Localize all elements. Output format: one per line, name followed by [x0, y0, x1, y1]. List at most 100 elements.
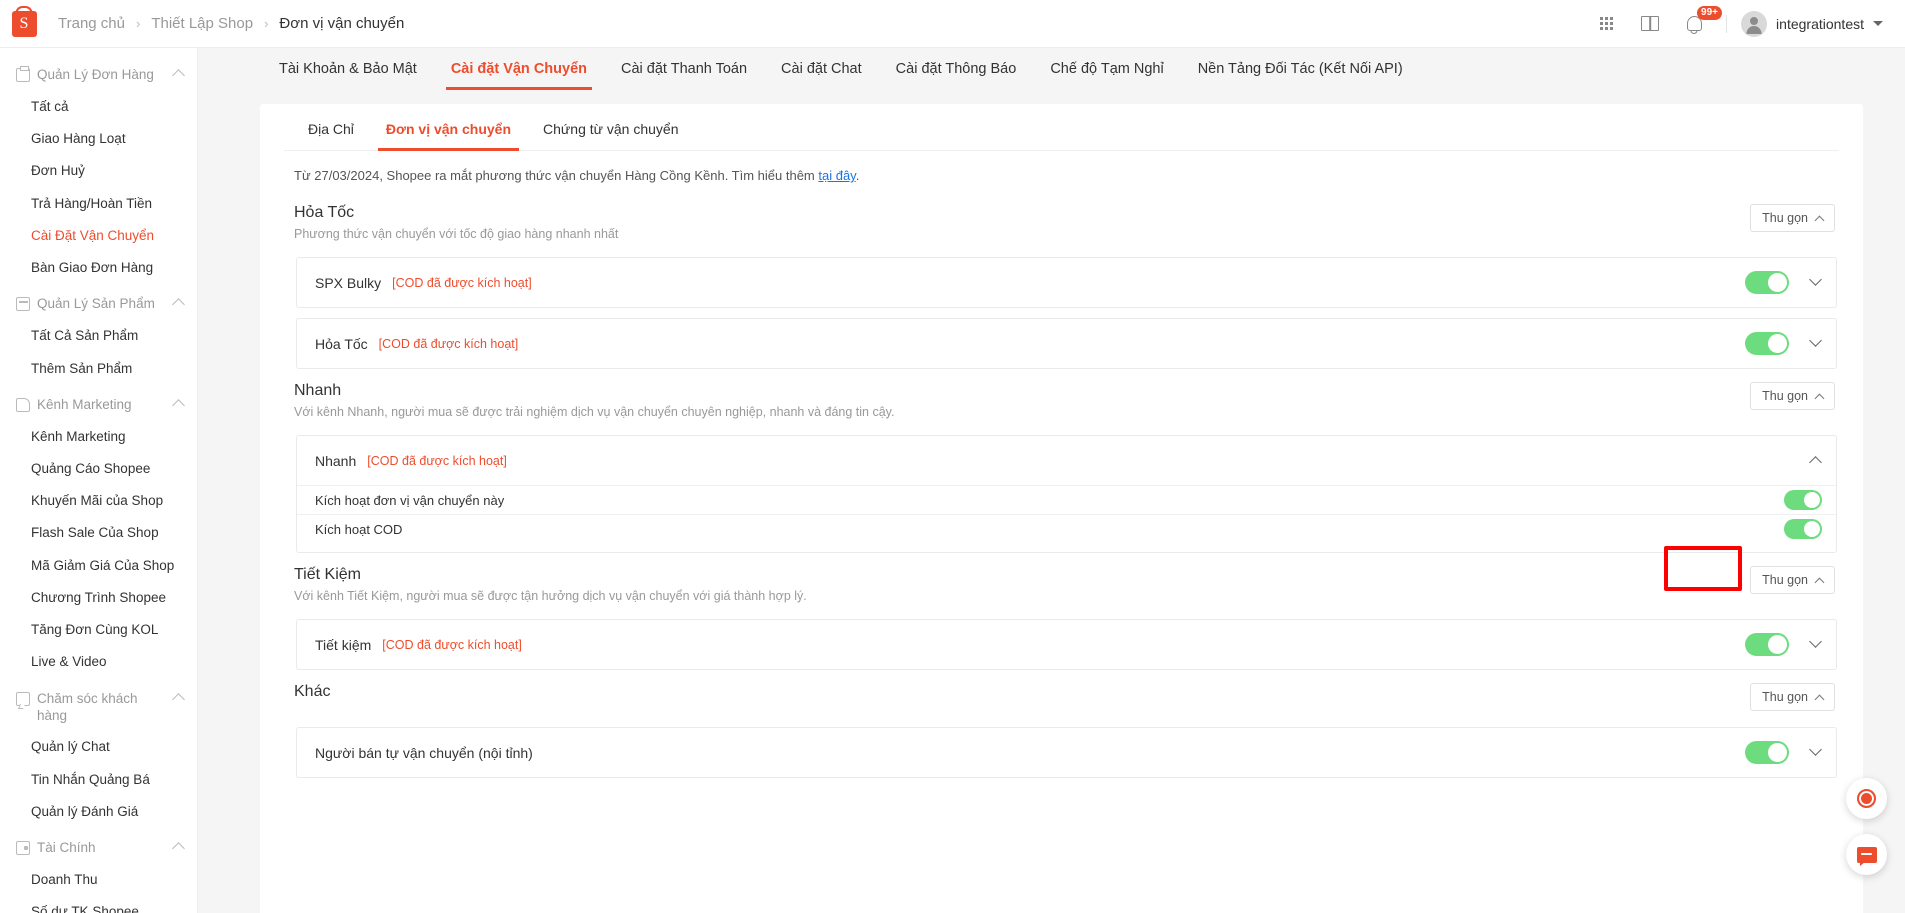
- sidebar-item-1-1[interactable]: Thêm Sản Phẩm: [0, 353, 197, 385]
- subtab-2[interactable]: Chứng từ vận chuyển: [527, 104, 695, 150]
- section-title: Hỏa Tốc: [294, 204, 618, 222]
- sidebar-item-2-7[interactable]: Live & Video: [0, 646, 197, 678]
- sidebar-group-1: Quản Lý Sản PhẩmTất Cả Sản PhẩmThêm Sản …: [0, 289, 197, 384]
- cod-status-badge: [COD đã được kích hoạt]: [379, 337, 519, 351]
- carrier-enable-toggle[interactable]: [1784, 490, 1822, 510]
- carrier-option-label: Kích hoạt COD: [315, 522, 402, 537]
- sidebar-group-header[interactable]: Quản Lý Đơn Hàng: [0, 60, 197, 91]
- breadcrumb-item-1[interactable]: Thiết Lập Shop: [151, 15, 253, 32]
- sidebar-group-3: Chăm sóc khách hàngQuản lý ChatTin Nhắn …: [0, 684, 197, 829]
- sidebar-item-2-2[interactable]: Khuyến Mãi của Shop: [0, 485, 197, 517]
- sidebar-item-4-1[interactable]: Số dư TK Shopee: [0, 896, 197, 913]
- notification-bell-icon[interactable]: 99+: [1672, 0, 1716, 48]
- carrier-row: Hỏa Tốc[COD đã được kích hoạt]: [297, 319, 1836, 368]
- tab-2[interactable]: Cài đặt Thanh Toán: [604, 48, 764, 90]
- sidebar-item-3-1[interactable]: Tin Nhắn Quảng Bá: [0, 764, 197, 796]
- chevron-down-icon[interactable]: [1809, 635, 1822, 648]
- settings-tabbar: Tài Khoản & Bảo MậtCài đặt Vận ChuyểnCài…: [198, 48, 1905, 90]
- bulky-shipping-notice: Từ 27/03/2024, Shopee ra mắt phương thức…: [284, 151, 1839, 191]
- carrier-card: Nhanh[COD đã được kích hoạt]Kích hoạt đơ…: [296, 435, 1837, 553]
- tab-0[interactable]: Tài Khoản & Bảo Mật: [262, 48, 434, 90]
- collapse-button[interactable]: Thu gọn: [1750, 204, 1835, 232]
- top-header-bar: Trang chủ›Thiết Lập Shop›Đơn vị vận chuy…: [0, 0, 1905, 48]
- collapse-button[interactable]: Thu gọn: [1750, 566, 1835, 594]
- chevron-up-icon[interactable]: [1809, 456, 1822, 469]
- sidebar-item-3-0[interactable]: Quản lý Chat: [0, 731, 197, 763]
- sidebar-item-0-5[interactable]: Bàn Giao Đơn Hàng: [0, 252, 197, 284]
- sidebar-item-4-0[interactable]: Doanh Thu: [0, 864, 197, 896]
- book-guide-icon[interactable]: [1628, 0, 1672, 48]
- chevron-down-icon[interactable]: [1809, 334, 1822, 347]
- collapse-label: Thu gọn: [1762, 389, 1808, 403]
- sidebar-item-0-2[interactable]: Đơn Huỷ: [0, 155, 197, 187]
- carrier-name: Người bán tự vận chuyển (nội tỉnh): [315, 745, 533, 761]
- sidebar-item-1-0[interactable]: Tất Cả Sản Phẩm: [0, 320, 197, 352]
- chevron-up-icon: [172, 69, 185, 82]
- avatar: [1741, 11, 1767, 37]
- header-divider: [1726, 15, 1727, 33]
- chat-button[interactable]: [1846, 834, 1887, 875]
- wallet-icon: [16, 841, 30, 855]
- tab-4[interactable]: Cài đặt Thông Báo: [879, 48, 1034, 90]
- sidebar-item-0-4[interactable]: Cài Đặt Vận Chuyển: [0, 220, 197, 252]
- carrier-card: Hỏa Tốc[COD đã được kích hoạt]: [296, 318, 1837, 369]
- headset-icon: [1857, 789, 1876, 808]
- breadcrumb-item-0[interactable]: Trang chủ: [58, 15, 125, 32]
- carrier-row: Người bán tự vận chuyển (nội tỉnh): [297, 728, 1836, 777]
- sidebar-item-2-1[interactable]: Quảng Cáo Shopee: [0, 453, 197, 485]
- collapse-button[interactable]: Thu gọn: [1750, 382, 1835, 410]
- breadcrumb-separator: ›: [136, 16, 140, 31]
- tab-1[interactable]: Cài đặt Vận Chuyển: [434, 48, 604, 90]
- shopee-logo-link[interactable]: [0, 11, 48, 37]
- carrier-row-actions: [1811, 456, 1820, 465]
- breadcrumb: Trang chủ›Thiết Lập Shop›Đơn vị vận chuy…: [58, 15, 404, 32]
- sidebar-group-label: Quản Lý Đơn Hàng: [37, 67, 167, 84]
- sidebar-item-2-5[interactable]: Chương Trình Shopee: [0, 582, 197, 614]
- sidebar-group-header[interactable]: Tài Chính: [0, 833, 197, 864]
- sidebar-item-0-1[interactable]: Giao Hàng Loạt: [0, 123, 197, 155]
- username-label: integrationtest: [1776, 16, 1864, 32]
- chat-icon: [16, 692, 30, 706]
- main-content: Tài Khoản & Bảo MậtCài đặt Vận ChuyểnCài…: [198, 48, 1905, 913]
- chevron-down-icon[interactable]: [1809, 273, 1822, 286]
- sidebar-item-3-2[interactable]: Quản lý Đánh Giá: [0, 796, 197, 828]
- section-title: Nhanh: [294, 382, 894, 400]
- carrier-options: Kích hoạt đơn vị vận chuyển này Kích hoạt…: [297, 485, 1836, 552]
- notice-link[interactable]: tại đây: [818, 168, 855, 183]
- section-header: KhácThu gọn: [284, 670, 1839, 717]
- chevron-down-icon[interactable]: [1809, 743, 1822, 756]
- user-menu[interactable]: integrationtest: [1737, 11, 1883, 37]
- cod-toggle[interactable]: [1784, 519, 1822, 539]
- sidebar-group-header[interactable]: Chăm sóc khách hàng: [0, 684, 197, 732]
- subtab-0[interactable]: Địa Chỉ: [292, 104, 370, 150]
- cod-status-badge: [COD đã được kích hoạt]: [382, 638, 522, 652]
- sidebar-item-0-0[interactable]: Tất cả: [0, 91, 197, 123]
- support-button[interactable]: [1846, 778, 1887, 819]
- carrier-enable-toggle[interactable]: [1745, 332, 1789, 355]
- cod-status-badge: [COD đã được kích hoạt]: [367, 454, 507, 468]
- chat-bubble-icon: [1857, 847, 1877, 863]
- carrier-row-actions: [1745, 633, 1820, 656]
- sidebar-item-2-3[interactable]: Flash Sale Của Shop: [0, 517, 197, 549]
- sidebar-group-header[interactable]: Quản Lý Sản Phẩm: [0, 289, 197, 320]
- carrier-enable-toggle[interactable]: [1745, 271, 1789, 294]
- subtab-1[interactable]: Đơn vị vận chuyển: [370, 104, 527, 150]
- carrier-enable-toggle[interactable]: [1745, 741, 1789, 764]
- section-title: Tiết Kiệm: [294, 566, 807, 584]
- carrier-option-label: Kích hoạt đơn vị vận chuyển này: [315, 493, 504, 508]
- carrier-option-row: Kích hoạt COD: [297, 514, 1836, 543]
- collapse-label: Thu gọn: [1762, 211, 1808, 225]
- sidebar-item-2-0[interactable]: Kênh Marketing: [0, 421, 197, 453]
- tab-6[interactable]: Nền Tảng Đối Tác (Kết Nối API): [1181, 48, 1420, 90]
- sidebar-group-header[interactable]: Kênh Marketing: [0, 390, 197, 421]
- tab-5[interactable]: Chế độ Tạm Nghỉ: [1033, 48, 1180, 90]
- grid-apps-icon[interactable]: [1584, 0, 1628, 48]
- collapse-button[interactable]: Thu gọn: [1750, 683, 1835, 711]
- carrier-row-actions: [1745, 741, 1820, 764]
- sidebar-item-2-6[interactable]: Tăng Đơn Cùng KOL: [0, 614, 197, 646]
- sidebar-item-2-4[interactable]: Mã Giảm Giá Của Shop: [0, 550, 197, 582]
- tab-3[interactable]: Cài đặt Chat: [764, 48, 879, 90]
- carrier-enable-toggle[interactable]: [1745, 633, 1789, 656]
- sidebar-item-0-3[interactable]: Trả Hàng/Hoàn Tiền: [0, 188, 197, 220]
- cod-status-badge: [COD đã được kích hoạt]: [392, 276, 532, 290]
